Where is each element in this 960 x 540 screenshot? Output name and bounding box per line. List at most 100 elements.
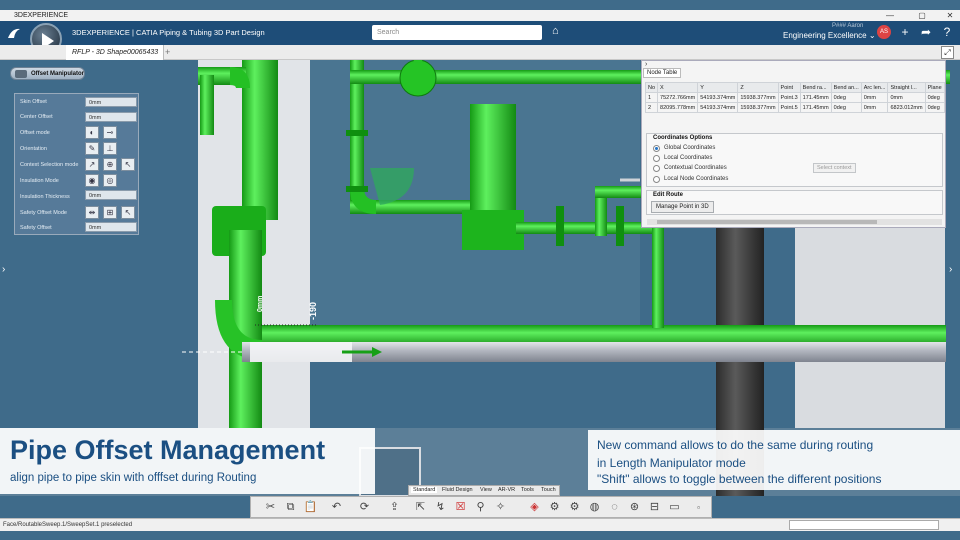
tab-node-table[interactable]: Node Table <box>643 68 682 78</box>
apply-icon[interactable]: ⊛ <box>627 500 642 515</box>
tag-icon[interactable]: ⌂ <box>552 25 559 37</box>
column-header[interactable]: X <box>657 82 699 93</box>
maximize-button[interactable]: ▢ <box>912 10 932 21</box>
column-header[interactable]: Arc len... <box>860 82 889 93</box>
offset-manipulator-header[interactable]: Offset Manipulator <box>10 67 85 80</box>
safety-pointer-icon[interactable]: ↖ <box>121 206 135 219</box>
group-title: Edit Route <box>653 192 683 198</box>
column-header[interactable]: No <box>644 82 659 93</box>
more-icon[interactable]: ▫ <box>691 500 706 515</box>
user-name: P### Aaron <box>832 23 864 29</box>
table-cell: 54193.374mm <box>697 92 739 103</box>
help-icon[interactable]: ? <box>939 25 955 39</box>
part-icon[interactable]: ⚙ <box>547 500 562 515</box>
chevron-right-icon[interactable]: › <box>2 264 5 275</box>
column-header[interactable]: Plane <box>924 82 945 93</box>
manipulator-icon <box>15 70 27 78</box>
table-cell: 0mm <box>860 102 889 113</box>
share-icon[interactable]: ➦ <box>918 25 934 39</box>
scissors-icon[interactable]: ✂ <box>263 500 278 515</box>
context-select-icon[interactable]: ↗ <box>85 158 99 171</box>
tab-rflp-shape[interactable]: RFLP - 3D Shape00065433 <box>66 45 164 60</box>
paste-icon[interactable]: 📋 <box>303 500 318 515</box>
skin-offset-input[interactable]: 0mm <box>85 97 137 107</box>
close-button[interactable]: ✕ <box>940 10 960 21</box>
add-tab-icon[interactable]: + <box>165 45 170 60</box>
radio-contextual-coordinates[interactable] <box>653 165 660 172</box>
pipe-short <box>200 75 214 135</box>
tab-fluid-design[interactable]: Fluid Design <box>442 487 473 493</box>
table-cell: 1 <box>644 92 659 103</box>
safety-offset-input[interactable]: 0mm <box>85 222 137 232</box>
minimize-button[interactable]: — <box>880 10 900 21</box>
flange-small <box>556 206 564 246</box>
tab-tools[interactable]: Tools <box>521 487 534 493</box>
tab-touch[interactable]: Touch <box>541 487 556 493</box>
export-icon[interactable]: ⇪ <box>387 500 402 515</box>
offset-label: 0mm <box>257 296 264 312</box>
delete-icon[interactable]: ☒ <box>453 500 468 515</box>
copy-icon[interactable]: ⧉ <box>283 500 298 515</box>
table-row[interactable]: 1 75272.766mm 54193.374mm 15938.377mm Po… <box>644 92 945 103</box>
orientation-icon[interactable]: ✎ <box>85 142 99 155</box>
offset-mode-skin-icon[interactable]: ◐ <box>85 126 99 139</box>
command-input[interactable] <box>789 520 939 530</box>
safety-mode-icon[interactable]: ⇹ <box>85 206 99 219</box>
tab-view[interactable]: View <box>480 487 492 493</box>
scrollbar-thumb[interactable] <box>657 220 877 224</box>
screen-icon[interactable]: ▭ <box>667 500 682 515</box>
caption-right: New command allows to do the same during… <box>588 430 960 490</box>
insulation-on-icon[interactable]: ◉ <box>85 174 99 187</box>
sphere-icon[interactable]: ◍ <box>587 500 602 515</box>
add-icon[interactable]: + <box>897 25 913 39</box>
caption-line: New command allows to do the same during… <box>597 438 874 452</box>
undo-icon[interactable]: ↶ <box>329 500 344 515</box>
center-offset-input[interactable]: 0mm <box>85 112 137 122</box>
column-header[interactable]: Point <box>777 82 801 93</box>
pin-icon[interactable]: ⚲ <box>473 500 488 515</box>
tab-ar-vr[interactable]: AR-VR <box>498 487 515 493</box>
measure-icon[interactable]: ⇱ <box>413 500 428 515</box>
collapse-icon[interactable]: › <box>645 61 647 68</box>
column-header[interactable]: Bend ra... <box>799 82 832 93</box>
shape-icon[interactable]: ◌ <box>607 500 622 515</box>
horizontal-scrollbar[interactable] <box>647 219 942 225</box>
pipe-drop <box>652 222 664 328</box>
chevron-right-icon[interactable]: › <box>949 264 952 275</box>
insulation-off-icon[interactable]: ◎ <box>103 174 117 187</box>
magic-icon[interactable]: ✧ <box>493 500 508 515</box>
context-pick-icon[interactable]: ⊕ <box>103 158 117 171</box>
table-cell: 82095.778mm <box>657 102 699 113</box>
safety-mode-alt-icon[interactable]: ⊞ <box>103 206 117 219</box>
column-header[interactable]: Y <box>697 82 739 93</box>
table-cell: 2 <box>644 102 659 113</box>
orientation-axis-icon[interactable]: ⊥ <box>103 142 117 155</box>
radio-global-coordinates[interactable] <box>653 145 660 152</box>
assembly-icon[interactable]: ⚙ <box>567 500 582 515</box>
search-input[interactable]: Search <box>372 25 542 40</box>
settings-icon[interactable]: ⊟ <box>647 500 662 515</box>
caption-subtitle: align pipe to pipe skin with offfset dur… <box>10 472 257 484</box>
option-label: Context Selection mode <box>20 162 79 168</box>
expand-icon[interactable]: ⤢ <box>941 46 954 59</box>
tab-standard[interactable]: Standard <box>411 487 438 493</box>
cube-icon[interactable]: ◈ <box>527 500 542 515</box>
select-context-button[interactable]: Select context <box>813 163 856 173</box>
manage-point-button[interactable]: Manage Point in 3D <box>651 201 714 213</box>
radio-local-coordinates[interactable] <box>653 155 660 162</box>
table-cell: 0mm <box>860 92 889 103</box>
route-icon[interactable]: ↯ <box>433 500 448 515</box>
column-header[interactable]: Straight l... <box>887 82 926 93</box>
radio-label: Local Node Coordinates <box>664 176 729 182</box>
workspace-selector[interactable]: Engineering Excellence ⌄ <box>783 31 876 40</box>
radio-local-node-coordinates[interactable] <box>653 176 660 183</box>
column-header[interactable]: Z <box>737 82 779 93</box>
column-header[interactable]: Bend an... <box>830 82 862 93</box>
table-row[interactable]: 2 82095.778mm 54193.374mm 15938.377mm Po… <box>644 102 945 113</box>
context-pointer-icon[interactable]: ↖ <box>121 158 135 171</box>
avatar[interactable]: AS <box>877 25 891 39</box>
refresh-icon[interactable]: ⟳ <box>357 500 372 515</box>
status-text: Face/RoutableSweep.1/SweepSet.1 preselec… <box>3 522 133 528</box>
insulation-thickness-input[interactable]: 0mm <box>85 190 137 200</box>
offset-mode-center-icon[interactable]: ⊸ <box>103 126 117 139</box>
